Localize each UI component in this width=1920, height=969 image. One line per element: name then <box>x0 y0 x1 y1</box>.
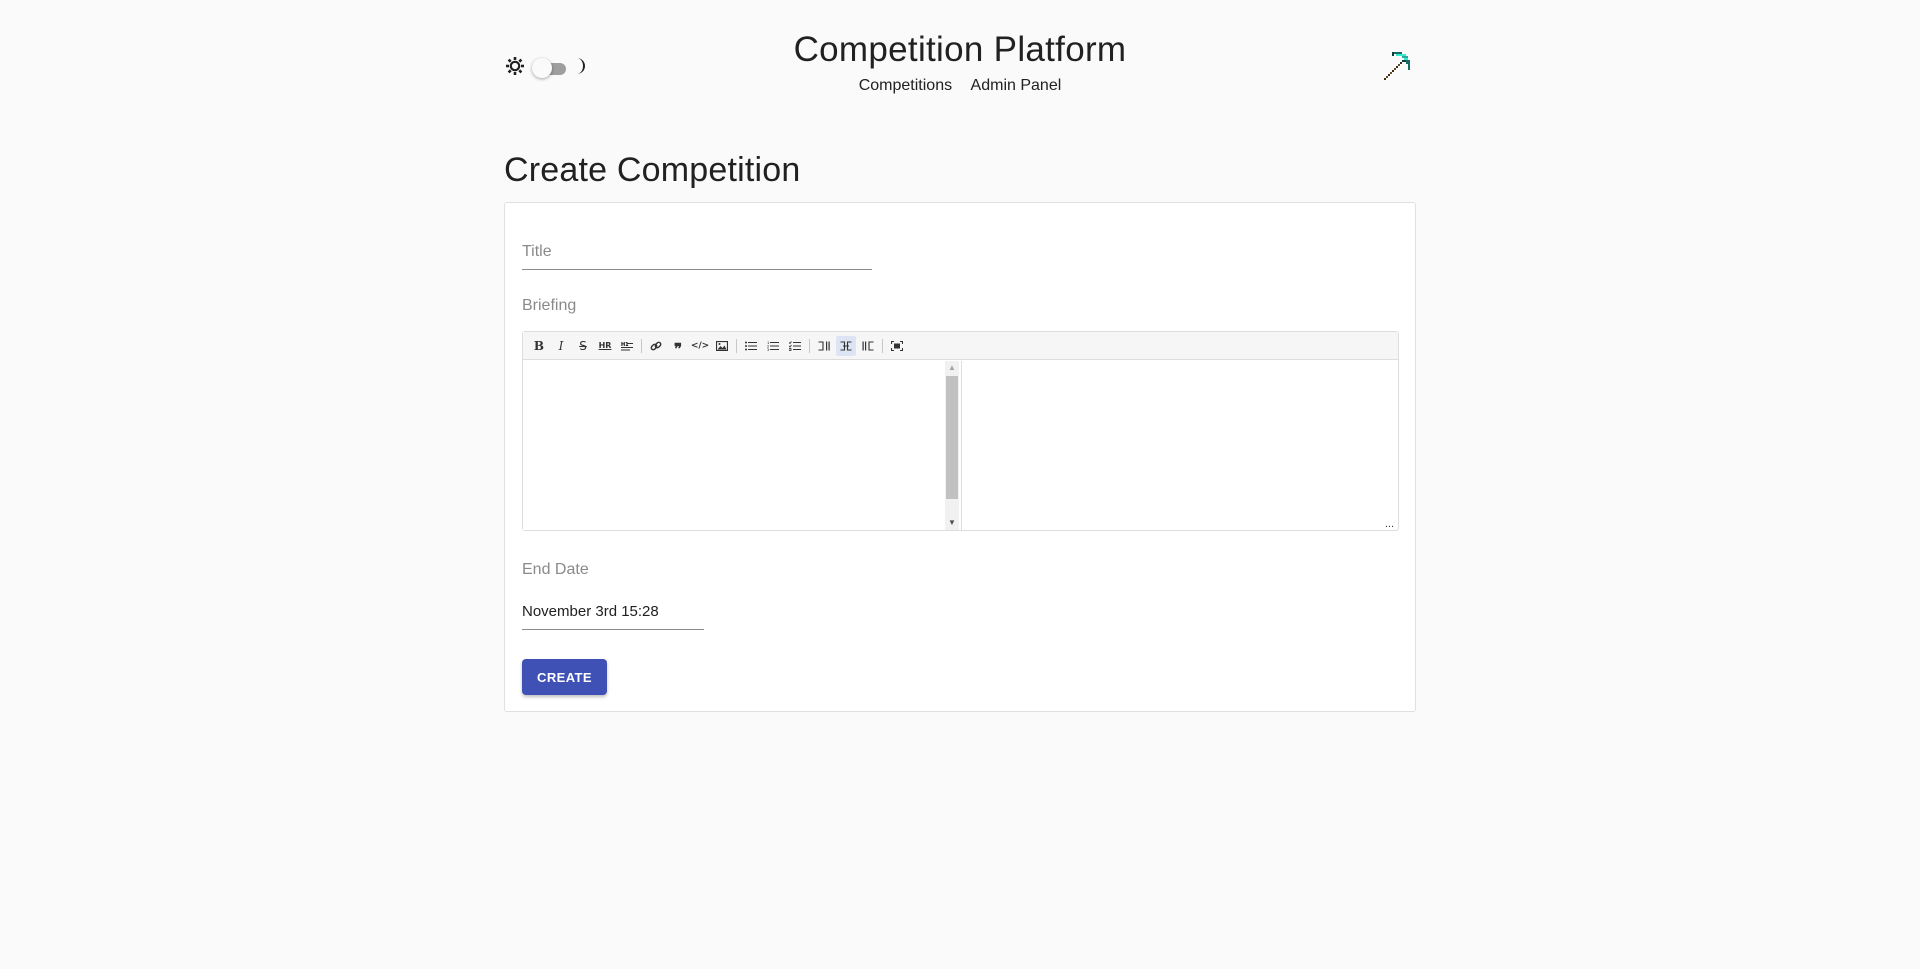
toolbar-divider <box>809 338 810 353</box>
scroll-down-arrow-icon[interactable]: ▼ <box>945 517 959 529</box>
fullscreen-icon[interactable] <box>887 336 907 356</box>
live-mode-icon[interactable] <box>836 335 856 356</box>
end-date-value: November 3rd 15:28 <box>522 603 659 620</box>
end-date-field[interactable]: November 3rd 15:28 <box>522 600 704 630</box>
ordered-list-icon[interactable]: 123 <box>763 336 783 356</box>
briefing-textarea[interactable] <box>523 361 943 530</box>
edit-mode-icon[interactable] <box>814 336 834 356</box>
image-icon[interactable] <box>712 336 732 356</box>
header: Competition Platform Competitions Admin … <box>504 0 1416 130</box>
code-icon[interactable]: </> <box>690 336 710 356</box>
editor-input-pane: ▲ ▼ <box>523 361 962 530</box>
pickaxe-icon[interactable] <box>1380 48 1416 84</box>
editor-preview-pane: ... <box>962 361 1398 530</box>
heading-icon[interactable]: H1 <box>617 336 637 356</box>
toolbar-divider <box>882 338 883 353</box>
bold-icon[interactable]: B <box>529 336 549 356</box>
link-icon[interactable] <box>646 336 666 356</box>
title-input[interactable] <box>522 239 872 265</box>
quote-icon[interactable]: ❞ <box>668 336 688 356</box>
svg-text:3: 3 <box>767 348 769 351</box>
page-container: Competition Platform Competitions Admin … <box>504 0 1416 712</box>
markdown-editor: B I S HR H1 ❞ </> 1 2 3 ▲ ▼ ... <box>522 331 1399 531</box>
main-nav: Competitions Admin Panel <box>504 77 1416 95</box>
nav-admin-panel[interactable]: Admin Panel <box>971 77 1062 94</box>
italic-icon[interactable]: I <box>551 336 571 356</box>
site-title: Competition Platform <box>793 30 1127 69</box>
toolbar-divider <box>641 338 642 353</box>
title-field <box>522 239 872 270</box>
editor-toolbar: B I S HR H1 ❞ </> 1 2 3 <box>523 332 1398 360</box>
scrollbar-thumb[interactable] <box>946 376 958 499</box>
editor-body: ▲ ▼ ... <box>523 361 1398 530</box>
strikethrough-icon[interactable]: S <box>573 336 593 356</box>
briefing-label: Briefing <box>522 297 577 314</box>
checklist-icon[interactable] <box>785 336 805 356</box>
toolbar-divider <box>736 338 737 353</box>
page-title: Create Competition <box>504 151 801 189</box>
end-date-label: End Date <box>522 561 589 578</box>
create-competition-form: Briefing B I S HR H1 ❞ </> <box>504 202 1416 712</box>
create-button[interactable]: CREATE <box>522 659 607 695</box>
nav-competitions[interactable]: Competitions <box>859 77 952 94</box>
scroll-up-arrow-icon[interactable]: ▲ <box>945 362 959 374</box>
resize-handle[interactable]: ... <box>1385 518 1394 530</box>
horizontal-rule-icon[interactable]: HR <box>595 336 615 356</box>
unordered-list-icon[interactable] <box>741 336 761 356</box>
editor-scrollbar[interactable]: ▲ ▼ <box>945 361 959 530</box>
preview-mode-icon[interactable] <box>858 336 878 356</box>
